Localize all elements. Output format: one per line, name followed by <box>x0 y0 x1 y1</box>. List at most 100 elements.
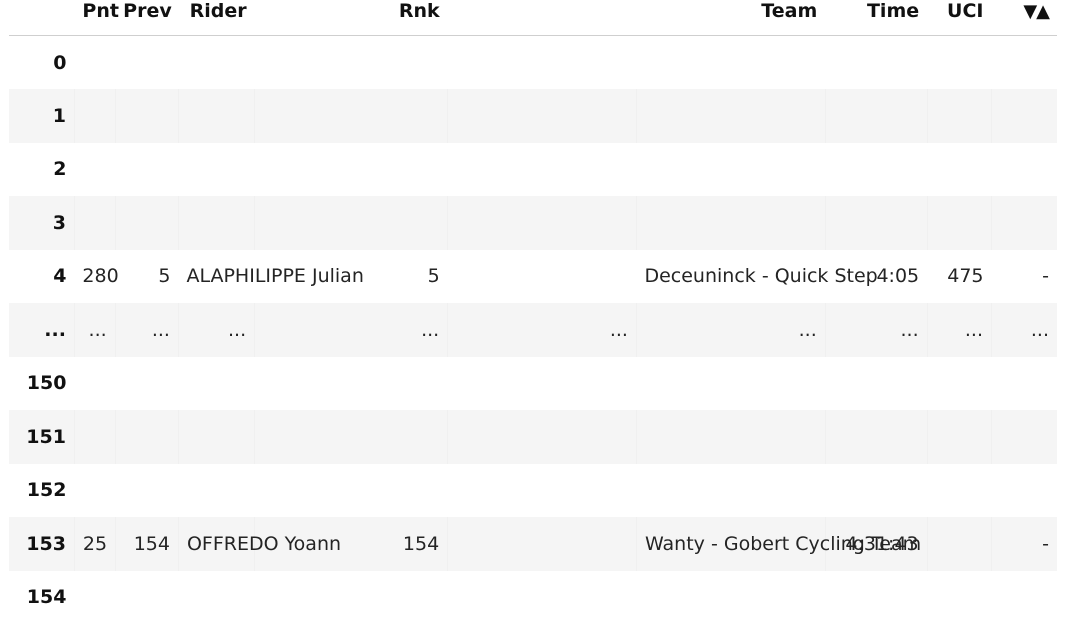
cell-rnk: ... <box>254 303 448 357</box>
cell-team <box>635 89 826 143</box>
column-header-gap[interactable] <box>447 0 637 36</box>
cell-rider <box>177 196 255 250</box>
column-header-rnk[interactable]: Rnk <box>254 0 448 36</box>
cell-rider: ALAPHILIPPE Julian <box>178 249 364 303</box>
cell-rnk <box>254 463 448 517</box>
cell-team <box>635 410 826 464</box>
cell-team <box>636 463 826 517</box>
cell-sort <box>991 410 1057 464</box>
cell-time: ... <box>824 303 928 357</box>
cell-uci <box>927 356 992 410</box>
cell-gap <box>447 410 637 464</box>
row-index-cell: 2 <box>9 142 75 196</box>
cell-rnk <box>254 196 448 250</box>
cell-uci <box>927 570 992 624</box>
cell-uci <box>926 196 992 250</box>
cell-gap: ... <box>447 303 637 357</box>
cell-uci <box>927 142 992 196</box>
cell-gap <box>447 356 637 410</box>
row-index-cell: ... <box>9 303 75 357</box>
cell-rider <box>178 463 255 517</box>
cell-uci: 475 <box>927 249 992 303</box>
cell-sort <box>991 356 1057 410</box>
row-index-cell: 153 <box>9 517 75 571</box>
cell-gap <box>447 570 637 624</box>
cell-uci <box>926 517 992 571</box>
cell-sort <box>991 142 1057 196</box>
row-index-cell: 150 <box>9 356 75 410</box>
cell-pnt <box>74 570 116 624</box>
cell-rider: OFFREDO Yoann <box>177 517 341 571</box>
cell-gap <box>447 89 637 143</box>
table-row: 1 <box>9 89 1057 143</box>
column-header-index[interactable] <box>9 0 75 36</box>
cell-prev: 154 <box>114 517 179 571</box>
column-header-team[interactable]: Team <box>636 0 826 36</box>
cell-gap <box>447 463 637 517</box>
cell-rider <box>178 570 255 624</box>
cell-team: ... <box>635 303 826 357</box>
cell-prev <box>114 410 179 464</box>
cell-sort: - <box>991 517 1057 571</box>
cell-pnt <box>73 196 116 250</box>
table-row: 3 <box>9 196 1057 250</box>
cell-gap <box>447 35 637 89</box>
cell-pnt: ... <box>73 303 116 357</box>
cell-team <box>636 35 826 89</box>
table-row: 0 <box>9 35 1057 89</box>
table-row: 42805ALAPHILIPPE Julian5Deceuninck - Qui… <box>9 249 1057 303</box>
cell-team <box>636 356 826 410</box>
table-row: 2 <box>9 142 1057 196</box>
row-index-cell: 1 <box>9 89 75 143</box>
row-index-cell: 0 <box>9 35 75 89</box>
cell-rider <box>177 410 255 464</box>
table-header: Pnt Prev Rider Rnk Team Time UCI ▼▲ <box>9 0 1057 36</box>
cell-pnt <box>74 142 116 196</box>
cell-rnk <box>254 570 448 624</box>
cell-gap <box>447 249 637 303</box>
row-index-cell: 3 <box>9 196 75 250</box>
column-header-rider[interactable]: Rider <box>178 0 255 36</box>
cell-uci <box>927 35 992 89</box>
row-index-cell: 152 <box>9 463 75 517</box>
cell-uci <box>927 463 992 517</box>
cell-uci <box>926 89 992 143</box>
sort-arrows-icon[interactable]: ▼▲ <box>1023 1 1050 22</box>
cell-time <box>825 570 928 624</box>
cell-rider <box>178 35 255 89</box>
column-header-prev[interactable]: Prev <box>115 0 179 36</box>
cell-time <box>824 196 928 250</box>
results-table: Pnt Prev Rider Rnk Team Time UCI ▼▲ 0123… <box>9 0 1057 624</box>
column-header-time[interactable]: Time <box>825 0 928 36</box>
cell-rider <box>177 89 255 143</box>
cell-sort: - <box>991 249 1057 303</box>
cell-sort <box>991 196 1057 250</box>
cell-gap <box>447 517 637 571</box>
table-body: 012342805ALAPHILIPPE Julian5Deceuninck -… <box>9 35 1057 624</box>
cell-prev <box>114 89 179 143</box>
table-header-row: Pnt Prev Rider Rnk Team Time UCI ▼▲ <box>9 0 1057 36</box>
column-header-pnt[interactable]: Pnt <box>74 0 119 36</box>
cell-gap <box>447 196 637 250</box>
table-row: 150 <box>9 356 1057 410</box>
table-row: .............................. <box>9 303 1057 357</box>
cell-time <box>825 35 928 89</box>
cell-prev: ... <box>114 303 179 357</box>
cell-pnt <box>74 35 116 89</box>
cell-team: Deceuninck - Quick Step <box>636 249 878 303</box>
cell-prev <box>115 35 179 89</box>
cell-sort <box>991 35 1057 89</box>
cell-rnk <box>254 410 448 464</box>
column-header-uci[interactable]: UCI <box>927 0 992 36</box>
cell-pnt <box>73 89 116 143</box>
cell-team <box>636 142 826 196</box>
cell-time <box>825 142 928 196</box>
table-row: 152 <box>9 463 1057 517</box>
cell-rnk <box>254 35 448 89</box>
cell-pnt: 280 <box>74 249 119 303</box>
table-row: 15325154OFFREDO Yoann154Wanty - Gobert C… <box>9 517 1057 571</box>
column-header-sort[interactable]: ▼▲ <box>991 0 1057 36</box>
row-index-cell: 151 <box>9 410 75 464</box>
cell-prev <box>114 196 179 250</box>
cell-team <box>635 196 826 250</box>
